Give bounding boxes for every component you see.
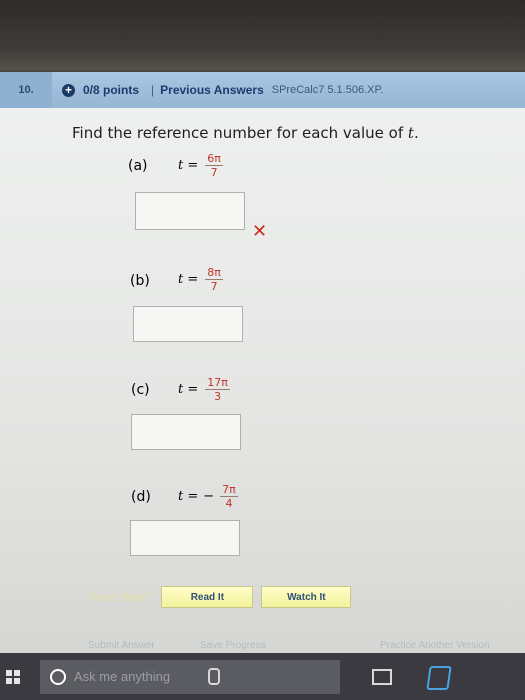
search-placeholder: Ask me anything — [74, 669, 171, 684]
part-b-equation: t = 8π 7 — [178, 266, 223, 293]
cortana-search-box[interactable]: Ask me anything — [40, 659, 340, 694]
part-c-answer-input[interactable] — [131, 414, 241, 450]
windows-taskbar: Ask me anything — [0, 653, 525, 700]
edge-browser-icon[interactable] — [424, 664, 450, 690]
part-a-numerator: 6π — [205, 152, 223, 166]
part-b-denominator: 7 — [210, 280, 218, 293]
header-separator: | — [151, 83, 155, 97]
task-view-icon[interactable] — [372, 668, 392, 685]
expand-plus-icon[interactable]: + — [62, 83, 75, 97]
incorrect-x-icon: ✕ — [252, 221, 268, 242]
part-c-label: (c) — [131, 382, 150, 398]
part-a-answer-input[interactable] — [135, 192, 245, 230]
part-d-label: (d) — [131, 489, 151, 505]
part-d-equation: t = − 7π 4 — [178, 483, 238, 510]
problem-code: SPreCalc7 5.1.506.XP. — [271, 84, 384, 96]
part-a-denominator: 7 — [210, 166, 218, 179]
windows-start-icon[interactable] — [6, 669, 20, 684]
help-row: Need Help? Read It Watch It — [88, 586, 359, 608]
prompt-text: Find the reference number for each value… — [72, 124, 404, 142]
part-a-label: (a) — [128, 158, 148, 174]
part-c-numerator: 17π — [205, 376, 230, 390]
practice-another-version-button[interactable]: Practice Another Version — [380, 640, 490, 651]
part-a-equation: t = 6π 7 — [178, 152, 223, 179]
question-number: 10. — [0, 72, 52, 108]
prompt-period: . — [413, 124, 419, 142]
part-c-fraction: 17π 3 — [205, 376, 230, 403]
need-help-label: Need Help? — [88, 590, 152, 604]
screen-bezel — [0, 0, 525, 70]
part-d-denominator: 4 — [225, 497, 233, 510]
read-it-button[interactable]: Read It — [161, 586, 254, 608]
part-d-answer-input[interactable] — [130, 520, 240, 556]
watch-it-button[interactable]: Watch It — [261, 586, 352, 608]
points-score: 0/8 points — [83, 83, 140, 97]
part-a-fraction: 6π 7 — [205, 152, 223, 179]
part-b-numerator: 8π — [205, 266, 223, 280]
microphone-icon[interactable] — [208, 668, 221, 685]
part-d-fraction: 7π 4 — [220, 483, 238, 510]
part-d-numerator: 7π — [220, 483, 238, 497]
part-b-answer-input[interactable] — [133, 306, 243, 342]
part-b-label: (b) — [130, 273, 150, 289]
part-b-lhs: t = — [178, 272, 199, 287]
question-header: 10. + 0/8 points | Previous Answers SPre… — [0, 72, 525, 108]
part-b-fraction: 8π 7 — [205, 266, 223, 293]
part-d-sign: − — [203, 489, 215, 504]
question-content: Find the reference number for each value… — [0, 108, 525, 653]
part-a-lhs: t = — [178, 158, 199, 173]
part-c-equation: t = 17π 3 — [178, 376, 230, 403]
question-prompt: Find the reference number for each value… — [72, 124, 419, 142]
part-c-denominator: 3 — [214, 390, 222, 403]
footer-links: Submit Answer Save Progress Practice Ano… — [0, 640, 525, 654]
submit-answer-button[interactable]: Submit Answer — [88, 640, 155, 651]
previous-answers-link[interactable]: Previous Answers — [160, 83, 264, 97]
part-d-lhs: t = — [178, 489, 199, 504]
part-c-lhs: t = — [178, 382, 199, 397]
cortana-circle-icon — [50, 668, 66, 685]
save-progress-button[interactable]: Save Progress — [200, 640, 266, 651]
